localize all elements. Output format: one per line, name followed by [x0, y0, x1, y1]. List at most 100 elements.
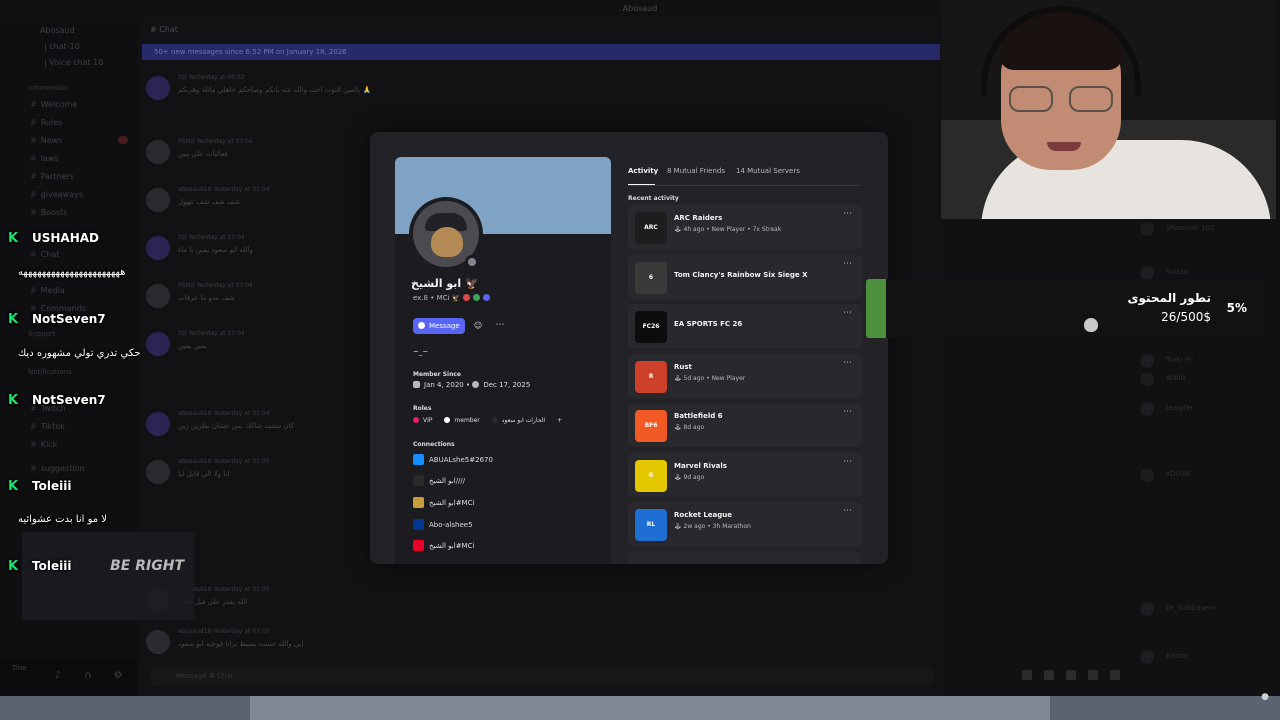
- badge-icon[interactable]: [473, 294, 481, 301]
- gear-icon[interactable]: ⚙: [112, 670, 124, 682]
- category-notifications[interactable]: Notifications: [28, 368, 72, 376]
- add-friend-button[interactable]: ☺: [469, 318, 487, 334]
- message-button[interactable]: Message: [413, 318, 465, 334]
- activity-card[interactable]: FC26 EA SPORTS FC 26 ⋯: [628, 304, 862, 348]
- avatar[interactable]: [146, 140, 170, 164]
- avatar[interactable]: [146, 284, 170, 308]
- tab-mutual-servers[interactable]: 14 Mutual Servers: [736, 167, 800, 175]
- activity-card[interactable]: BF6 Battlefield 6 🕹 8d ago ⋯: [628, 403, 862, 447]
- avatar[interactable]: [146, 188, 170, 212]
- badge-icon[interactable]: [463, 294, 471, 301]
- channel-top-chat[interactable]: | chat-10: [44, 42, 80, 51]
- role-chip[interactable]: VIP: [413, 417, 433, 424]
- avatar[interactable]: [409, 197, 483, 271]
- avatar[interactable]: [146, 76, 170, 100]
- more-options-button[interactable]: ⋯: [843, 407, 852, 417]
- server-name[interactable]: Abosaud: [40, 26, 75, 35]
- connection-item[interactable]: ابو الشيخ#MCi: [413, 497, 603, 511]
- member-since: Jan 4, 2020 • Dec 17, 2025: [413, 381, 530, 389]
- more-options-button[interactable]: ⋯: [843, 358, 852, 368]
- message-author[interactable]: abusaud18: [178, 458, 211, 465]
- activity-card[interactable]: RL Rocket League 🕹 2w ago • 3h Marathon ⋯: [628, 502, 862, 546]
- members-icon[interactable]: [1088, 670, 1098, 680]
- sidebar-item-chat[interactable]: # Chat: [30, 250, 59, 259]
- sidebar-item-news[interactable]: # News: [30, 136, 62, 145]
- game-meta: 🕹 2w ago • 3h Marathon: [674, 523, 751, 530]
- tab-mutual-friends[interactable]: 8 Mutual Friends: [667, 167, 725, 175]
- connection-item[interactable]: ABUALshe5#2670: [413, 454, 603, 468]
- more-options-button[interactable]: ⋯: [843, 457, 852, 467]
- sidebar-item-giveaways[interactable]: # giveaways: [30, 190, 83, 199]
- activity-card[interactable]: R Marvel Rivals 🕹 9d ago ⋯: [628, 453, 862, 497]
- message-text: يمين يمين: [178, 342, 208, 350]
- avatar[interactable]: [146, 236, 170, 260]
- inbox-icon[interactable]: [1110, 670, 1120, 680]
- sidebar-item-boosts[interactable]: # Boosts: [30, 208, 67, 217]
- member-item[interactable]: Shamaah 101: [1140, 220, 1270, 238]
- sidebar-item-suggestion[interactable]: # suggestion: [30, 464, 85, 473]
- member-item[interactable]: Bados: [1140, 648, 1270, 666]
- more-options-button[interactable]: ⋯: [843, 209, 852, 219]
- add-role-button[interactable]: +: [557, 417, 562, 424]
- sidebar-item-kick[interactable]: # Kick: [30, 440, 57, 449]
- activity-card[interactable]: [628, 552, 862, 564]
- connection-item[interactable]: ابو الشيخ#MCi: [413, 540, 603, 554]
- channel-label: Kick: [40, 440, 58, 449]
- avatar[interactable]: [146, 630, 170, 654]
- member-item[interactable]: Dr_Gabbaseru: [1140, 600, 1270, 618]
- add-friend-icon: ☺: [473, 321, 483, 330]
- microphone-icon[interactable]: ●: [1260, 692, 1270, 702]
- connection-item[interactable]: ابو الشيخ////: [413, 475, 603, 489]
- member-item[interactable]: Turki 'R': [1140, 352, 1270, 370]
- role-chip[interactable]: الحارات ابو سعود: [491, 417, 545, 424]
- sidebar-item-tiktok[interactable]: # Tiktok: [30, 422, 65, 431]
- message-author[interactable]: abusaud18: [178, 410, 211, 417]
- category-information[interactable]: Information: [28, 84, 69, 92]
- message-author[interactable]: YSNO: [178, 138, 195, 145]
- member-item[interactable]: Walid: [1140, 370, 1270, 388]
- more-options-button[interactable]: ⋯: [843, 259, 852, 269]
- sidebar-item-welcome[interactable]: # Welcome: [30, 100, 77, 109]
- threads-icon[interactable]: [1022, 670, 1032, 680]
- role-chip[interactable]: member: [444, 417, 480, 424]
- sidebar-item-partners[interactable]: # Partners: [30, 172, 74, 181]
- rocket-league-icon: RL: [635, 509, 667, 541]
- sidebar-item-rules[interactable]: # Rules: [30, 118, 62, 127]
- recent-activity-label: Recent activity: [628, 195, 679, 202]
- activity-card[interactable]: ARC ARC Raiders 🕹 4h ago • New Player • 7x…: [628, 205, 862, 249]
- message-author[interactable]: abusaud18: [178, 628, 211, 635]
- connection-item[interactable]: Abo-alshee5: [413, 519, 603, 533]
- avatar[interactable]: [146, 332, 170, 356]
- user-profile-modal: ابو الشيخ 🦅 ex.8 • MCi 🦅 Message ☺ ⋯ ~_~…: [370, 132, 888, 564]
- tab-activity[interactable]: Activity: [628, 167, 658, 175]
- avatar[interactable]: [146, 460, 170, 484]
- new-messages-bar[interactable]: 50+ new messages since 6:52 PM on Januar…: [142, 44, 940, 60]
- avatar[interactable]: [146, 412, 170, 436]
- sidebar-item-media[interactable]: # Media: [30, 286, 65, 295]
- message-author[interactable]: SO: [178, 234, 187, 241]
- message-author[interactable]: abusaud18: [178, 186, 211, 193]
- avatar: [1140, 602, 1154, 616]
- headphones-icon[interactable]: ∩: [82, 670, 94, 682]
- member-item[interactable]: YOUSIF: [1140, 466, 1270, 484]
- avatar: [1140, 372, 1154, 386]
- message-input[interactable]: Message # Chat: [150, 666, 934, 686]
- microphone-icon[interactable]: ♪: [52, 670, 64, 682]
- member-item[interactable]: teaqifer: [1140, 400, 1270, 418]
- notification-icon[interactable]: [1044, 670, 1054, 680]
- pin-icon[interactable]: [1066, 670, 1076, 680]
- badge-icon[interactable]: [483, 294, 491, 301]
- activity-card[interactable]: 6 Tom Clancy's Rainbow Six Siege X ⋯: [628, 255, 862, 299]
- activity-card[interactable]: R Rust 🕹 5d ago • New Player ⋯: [628, 354, 862, 398]
- message-author[interactable]: YSNO: [178, 282, 195, 289]
- category-support[interactable]: Support: [28, 330, 56, 338]
- connection-name: ابو الشيخ////: [429, 477, 466, 485]
- more-options-button[interactable]: ⋯: [843, 506, 852, 516]
- sidebar-item-laws[interactable]: # laws: [30, 154, 59, 163]
- message-author[interactable]: SO: [178, 330, 187, 337]
- channel-voice[interactable]: | Voice chat 10: [44, 58, 103, 67]
- message-time: Yesterday at 07:04: [213, 186, 270, 193]
- more-options-button[interactable]: ⋯: [843, 308, 852, 318]
- message-author[interactable]: SO: [178, 74, 187, 81]
- more-button[interactable]: ⋯: [491, 318, 509, 334]
